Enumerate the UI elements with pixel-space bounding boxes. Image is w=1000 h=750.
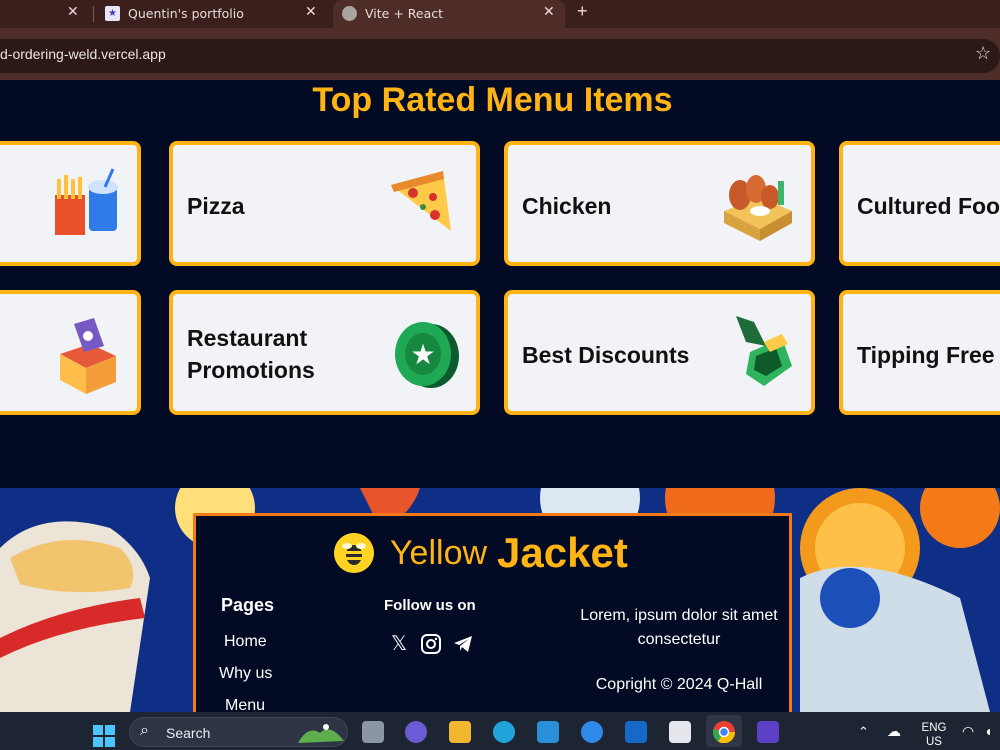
telegram-icon[interactable]: [452, 633, 474, 655]
menu-card-pizza[interactable]: Pizza: [169, 141, 480, 266]
x-icon[interactable]: 𝕏: [388, 633, 410, 655]
new-tab-button[interactable]: +: [577, 1, 588, 22]
pages-title: Pages: [221, 595, 275, 615]
footer-link-why-us[interactable]: Why us: [219, 665, 272, 683]
section-heading: Top Rated Menu Items: [312, 81, 673, 119]
copyright: Copright © 2024 Q-Hall: [595, 676, 763, 693]
menu-card-chicken[interactable]: Chicken: [504, 141, 815, 266]
pizza-slice-icon: [391, 171, 451, 231]
star-icon[interactable]: ☆: [975, 43, 991, 64]
task-view-icon[interactable]: [362, 721, 384, 743]
chrome-icon[interactable]: [713, 721, 735, 743]
close-tab-icon[interactable]: ✕: [67, 4, 79, 20]
wifi-icon[interactable]: ◠: [962, 724, 974, 738]
discount-tag-icon: [736, 316, 792, 386]
taskbar: ⌕ Search ⌃ ☁ ENG US ◠ ◖: [0, 712, 1000, 750]
clipchamp-icon[interactable]: [757, 721, 779, 743]
shop-tag-icon: [60, 318, 116, 394]
windows-start-icon[interactable]: [93, 725, 115, 747]
region-code: US: [926, 736, 942, 748]
close-tab-icon[interactable]: ✕: [305, 4, 317, 20]
tab-divider: [93, 6, 94, 22]
top-rated-section: Top Rated Menu Items Pizza Chicken Cultu…: [0, 80, 1000, 488]
browser-tab[interactable]: ✕: [0, 0, 90, 28]
search-highlight-icon: [298, 724, 344, 743]
globe-icon: [342, 6, 357, 21]
social-links: 𝕏: [388, 633, 474, 655]
edge-icon[interactable]: [493, 721, 515, 743]
weather-app-icon[interactable]: [537, 721, 559, 743]
menu-card-tipping-free[interactable]: Tipping Free: [839, 290, 1000, 415]
svg-text:★: ★: [410, 338, 435, 371]
chat-icon[interactable]: [405, 721, 427, 743]
search-label: Search: [166, 725, 211, 741]
chicken-wings-icon: [724, 175, 792, 241]
bee-logo-icon: [334, 533, 374, 573]
card-title: Cultured Foo: [857, 193, 1000, 219]
language-code: ENG: [921, 722, 947, 734]
card-title: Pizza: [187, 193, 245, 219]
card-title: Chicken: [522, 193, 612, 219]
card-title: Best Discounts: [522, 342, 690, 368]
search-icon: ⌕: [140, 722, 149, 739]
footer-link-menu[interactable]: Menu: [225, 697, 265, 712]
help-icon[interactable]: [581, 721, 603, 743]
card-title: Restaurant Promotions: [187, 325, 315, 383]
menu-card-best-discounts[interactable]: Best Discounts: [504, 290, 815, 415]
follow-title: Follow us on: [384, 597, 476, 614]
instagram-icon[interactable]: [420, 633, 442, 655]
tab-label: Quentin's portfolio: [128, 6, 244, 21]
footer-link-home[interactable]: Home: [224, 633, 267, 651]
address-bar: d-ordering-weld.vercel.app ☆: [0, 28, 1000, 80]
outlook-icon[interactable]: [625, 721, 647, 743]
language-indicator[interactable]: ENG US: [918, 721, 950, 749]
onedrive-icon[interactable]: ☁: [887, 724, 901, 738]
browser-tab-portfolio[interactable]: ★ Quentin's portfolio ✕: [100, 0, 325, 28]
brand-name-light: Yellow: [390, 533, 488, 572]
file-explorer-icon[interactable]: [449, 721, 471, 743]
menu-card-cultured-food[interactable]: Cultured Foo: [839, 141, 1000, 266]
store-icon[interactable]: [669, 721, 691, 743]
footer-tagline: Lorem, ipsum dolor sit amet consectetur: [580, 607, 778, 648]
fries-and-drink-icon: [55, 168, 118, 235]
brand[interactable]: Yellow Jacket: [334, 528, 628, 578]
url-text[interactable]: d-ordering-weld.vercel.app: [0, 46, 166, 62]
footer-panel: Yellow Jacket Pages Home Why us Menu Fol…: [193, 513, 792, 712]
footer: Yellow Jacket Pages Home Why us Menu Fol…: [0, 488, 1000, 712]
brand-name-bold: Jacket: [497, 529, 628, 576]
chevron-up-icon[interactable]: ⌃: [858, 725, 869, 739]
close-tab-icon[interactable]: ✕: [543, 4, 555, 20]
browser-tab-vite-react[interactable]: Vite + React ✕: [333, 0, 565, 28]
menu-card-restaurant-promotions[interactable]: Restaurant Promotions ★: [169, 290, 480, 415]
search-box[interactable]: ⌕ Search: [129, 717, 348, 747]
volume-icon[interactable]: ◖: [984, 724, 992, 738]
portfolio-favicon-icon: ★: [105, 6, 120, 21]
menu-card[interactable]: [0, 290, 141, 415]
browser-tab-bar: ✕ ★ Quentin's portfolio ✕ Vite + React ✕…: [0, 0, 1000, 28]
tab-label: Vite + React: [365, 6, 444, 21]
card-title: Tipping Free: [857, 342, 995, 368]
star-coin-icon: ★: [395, 322, 459, 388]
menu-card[interactable]: [0, 141, 141, 266]
